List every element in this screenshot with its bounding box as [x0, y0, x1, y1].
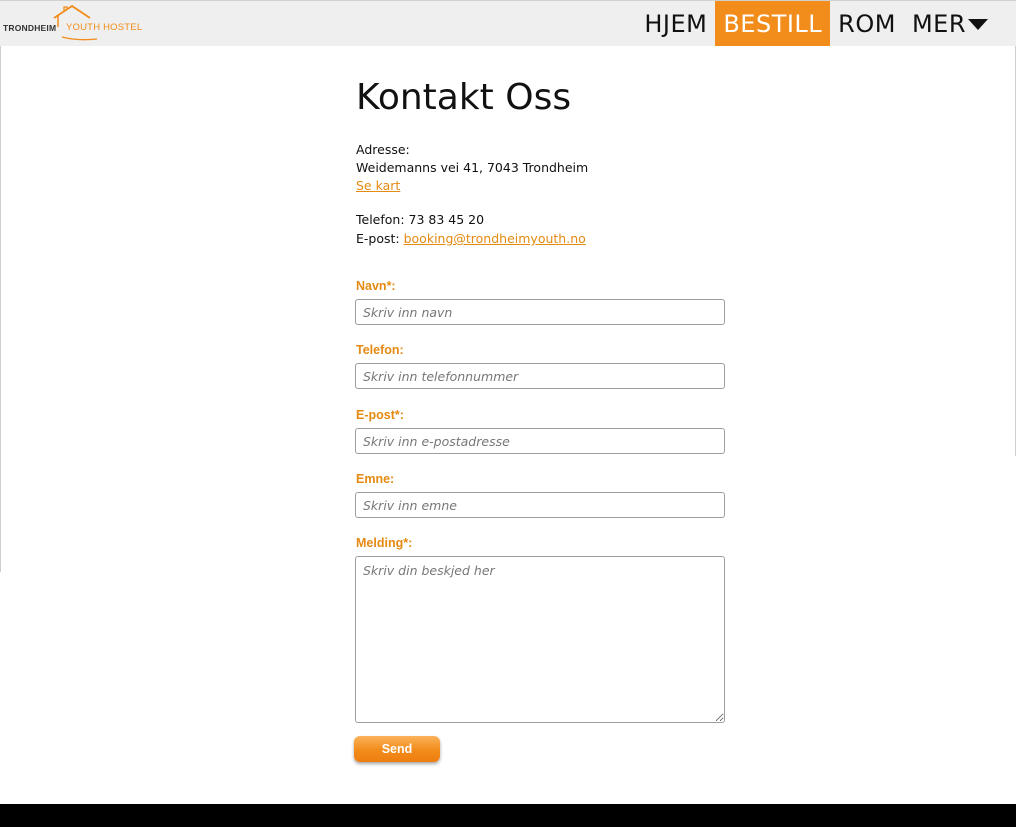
page-border-left [0, 46, 1, 572]
address-label: Adresse: [356, 142, 410, 157]
subject-input[interactable] [355, 492, 725, 518]
phone-input[interactable] [355, 363, 725, 389]
message-textarea[interactable] [355, 556, 725, 723]
email-prefix: E-post: [356, 231, 404, 246]
email-link[interactable]: booking@trondheimyouth.no [404, 231, 586, 246]
send-button[interactable]: Send [354, 736, 440, 762]
logo-text-trondheim: TRONDHEIM [3, 23, 57, 33]
nav-item-bestill[interactable]: BESTILL [715, 1, 831, 46]
email-input[interactable] [355, 428, 725, 454]
main-nav: HJEM BESTILL ROM MER [636, 1, 1016, 46]
email-line: E-post: booking@trondheimyouth.no [356, 231, 586, 246]
logo-text-youth-hostel: YOUTH HOSTEL [66, 22, 143, 33]
page: TRONDHEIM YOUTH HOSTEL HJEM BESTILL ROM … [0, 0, 1016, 804]
caret-down-icon [968, 19, 988, 30]
map-link[interactable]: Se kart [356, 178, 400, 193]
address-text: Weidemanns vei 41, 7043 Trondheim [356, 160, 589, 175]
message-label: Melding*: [356, 536, 413, 550]
site-header: TRONDHEIM YOUTH HOSTEL HJEM BESTILL ROM … [0, 0, 1016, 46]
nav-item-mer[interactable]: MER [904, 1, 1016, 46]
phone-label: Telefon: [356, 343, 404, 357]
name-input[interactable] [355, 299, 725, 325]
nav-item-mer-label: MER [911, 9, 966, 38]
email-label: E-post*: [356, 408, 404, 422]
nav-item-hjem[interactable]: HJEM [636, 1, 715, 46]
page-title: Kontakt Oss [356, 77, 572, 118]
name-label: Navn*: [356, 279, 396, 293]
phone-text: Telefon: 73 83 45 20 [356, 212, 485, 227]
nav-item-rom[interactable]: ROM [830, 1, 904, 46]
site-logo[interactable]: TRONDHEIM YOUTH HOSTEL [2, 3, 152, 43]
subject-label: Emne: [356, 472, 395, 486]
